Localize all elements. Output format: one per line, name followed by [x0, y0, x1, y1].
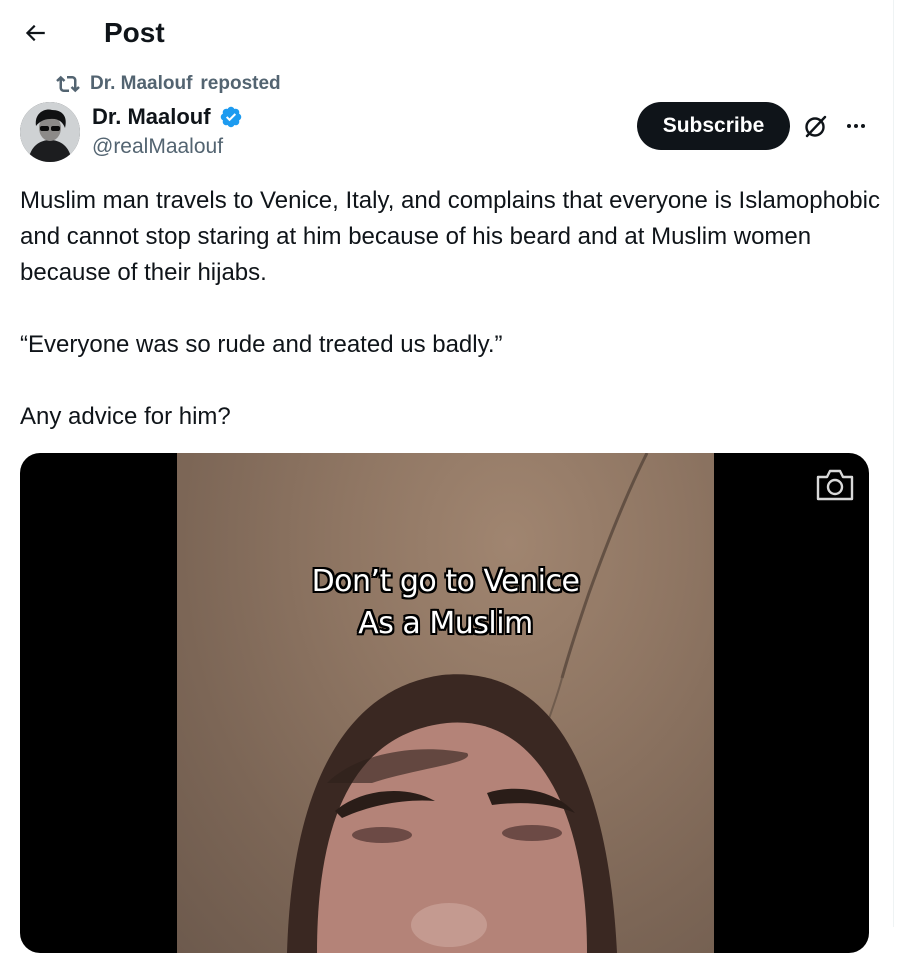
post-paragraph: Muslim man travels to Venice, Italy, and… [20, 187, 880, 286]
repost-banner: Dr. Maalouf reposted [56, 72, 281, 96]
video-frame: Don’t go to Venice As a Muslim [177, 453, 714, 953]
more-horizontal-icon [847, 124, 865, 128]
page-title: Post [104, 17, 165, 48]
author-block: Dr. Maalouf @realMaalouf [92, 102, 243, 162]
post-paragraph: “Everyone was so rude and treated us bad… [20, 331, 503, 358]
camera-button[interactable] [815, 467, 855, 503]
repost-name[interactable]: Dr. Maalouf [90, 73, 192, 95]
caption-line: Don’t go to Venice [311, 564, 580, 599]
author-handle[interactable]: @realMaalouf [92, 132, 243, 162]
face-image [287, 674, 617, 953]
avatar-image [20, 102, 80, 162]
arrow-left-icon [25, 24, 45, 42]
repost-verb: reposted [200, 73, 281, 94]
caption-line: As a Muslim [358, 606, 533, 641]
author-display-name[interactable]: Dr. Maalouf [92, 104, 211, 130]
video-caption: Don’t go to Venice As a Muslim [177, 561, 714, 645]
more-options-button[interactable] [840, 110, 872, 142]
camera-icon [816, 469, 854, 501]
repost-icon [56, 75, 80, 93]
verified-badge-icon[interactable] [219, 105, 243, 129]
grok-button[interactable] [800, 110, 832, 142]
post-paragraph: Any advice for him? [20, 403, 231, 430]
top-bar: Post [0, 0, 893, 66]
avatar[interactable] [20, 102, 80, 162]
subscribe-button[interactable]: Subscribe [637, 102, 790, 150]
video-player[interactable]: Don’t go to Venice As a Muslim [20, 453, 869, 953]
grok-icon [805, 115, 827, 138]
post-text: Muslim man travels to Venice, Italy, and… [20, 183, 882, 435]
back-button[interactable] [16, 14, 54, 52]
column-divider [893, 0, 894, 927]
